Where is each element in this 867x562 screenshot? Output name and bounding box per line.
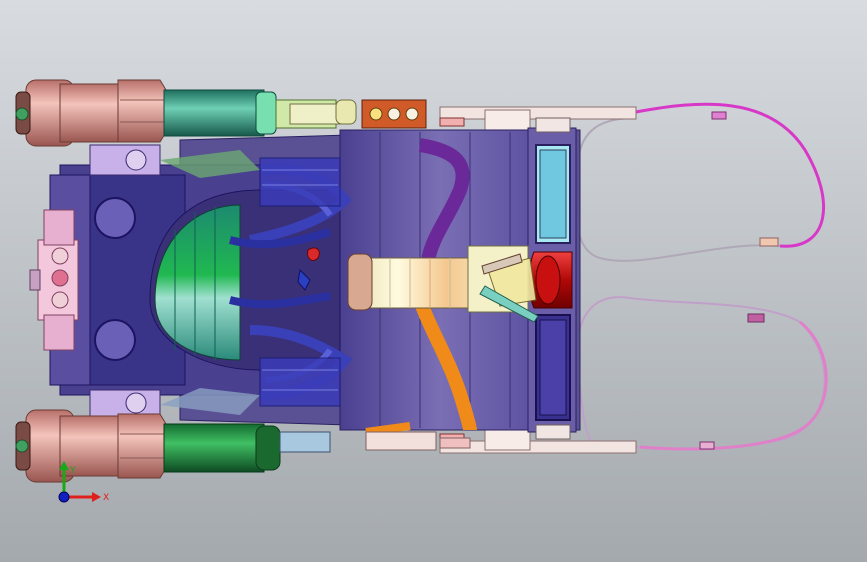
upper-cable-connector <box>759 237 779 247</box>
control-light-2 <box>387 107 401 121</box>
upper-bore <box>94 197 136 239</box>
lower-hex-nut <box>117 413 167 479</box>
bottom-bracket <box>484 429 531 451</box>
upper-teal-barrel <box>163 89 265 137</box>
upper-cable-tip <box>711 111 727 120</box>
lower-bore <box>94 319 136 361</box>
top-bracket <box>484 109 531 131</box>
z-axis-dot <box>58 491 70 503</box>
red-marker <box>307 247 320 261</box>
control-light-3 <box>405 107 419 121</box>
cad-viewport[interactable]: Y X <box>0 0 867 562</box>
roller-end-cap <box>347 253 373 311</box>
lower-cable-connector <box>747 313 765 323</box>
x-axis-label: X <box>103 493 109 503</box>
lower-cable-tip <box>699 441 715 450</box>
upper-hex-nut <box>117 79 167 143</box>
y-axis-label: Y <box>69 466 76 476</box>
pink-button <box>51 269 69 287</box>
lower-green-barrel <box>163 423 265 473</box>
upper-clamp <box>89 144 161 176</box>
assembly-drawing: Y X <box>0 0 867 562</box>
control-light-1 <box>369 107 383 121</box>
top-rail <box>439 106 637 120</box>
lower-fitting <box>279 431 331 453</box>
